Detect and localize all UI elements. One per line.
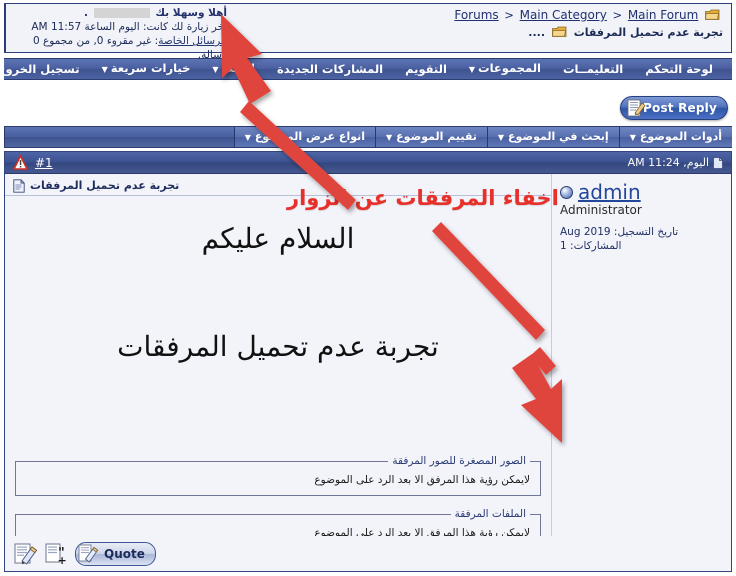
warning-icon[interactable] [12, 154, 29, 170]
thread-tools-label: أدوات الموضوع [639, 130, 722, 143]
breadcrumb-thread-row: تجربة عدم تحميل المرفقات .... [241, 24, 723, 41]
breadcrumb-dots: .... [528, 26, 546, 39]
user-post-count: المشاركات: 1 [560, 240, 622, 252]
folder-icon-thread [551, 26, 567, 38]
user-stats: تاريخ التسجيل: Aug 2019 المشاركات: 1 [560, 225, 723, 253]
online-status-icon [560, 185, 573, 199]
nav-item-help[interactable]: التعليمــات [552, 59, 634, 79]
nav-item-new-posts[interactable]: المشاركات الجديدة [266, 59, 394, 79]
chevron-down-icon-search-thread: ▼ [497, 133, 505, 142]
post-number: #1 [35, 155, 53, 170]
post-container: اليوم, 11:24 AM #1 admin Administrator ت… [4, 151, 732, 567]
display-modes-label: انواع عرض الموضوع [254, 130, 366, 143]
document-icon [13, 178, 25, 193]
nav-label-search: البحث [221, 61, 255, 75]
quote-button[interactable]: Quote [75, 541, 156, 566]
search-thread-button[interactable]: إبحث في الموضوع▼ [486, 127, 619, 147]
post-title-text: تجربة عدم تحميل المرفقات [30, 179, 180, 192]
user-join-date: تاريخ التسجيل: Aug 2019 [560, 226, 679, 238]
post-user-panel: admin Administrator تاريخ التسجيل: Aug 2… [551, 174, 731, 567]
nav-label-new-posts: المشاركات الجديدة [276, 62, 384, 76]
post-number-group: #1 [12, 154, 53, 170]
thread-tools-button[interactable]: أدوات الموضوع▼ [618, 127, 732, 147]
username-link[interactable]: admin [578, 180, 641, 204]
post-message-line-1: السلام عليكم [201, 222, 355, 255]
post-timestamp: اليوم, 11:24 AM [627, 156, 709, 169]
welcome-greeting: أهلا وسهلا بك [155, 7, 227, 19]
breadcrumb-separator-1: > [504, 8, 514, 22]
post-content: تجربة عدم تحميل المرفقات السلام عليكم تج… [5, 174, 551, 567]
chevron-down-icon-rate-thread: ▼ [386, 133, 393, 142]
attachment-thumbnails-legend: الصور المصغرة للصور المرفقة [392, 455, 526, 467]
post-message: السلام عليكم تجربة عدم تحميل المرفقات [5, 196, 551, 368]
search-thread-label: إبحث في الموضوع [508, 130, 609, 143]
nav-item-control-panel[interactable]: لوحة التحكم [634, 59, 724, 79]
nav-item-search[interactable]: البحث▼ [201, 58, 266, 80]
nav-item-quick-options[interactable]: خيارات سريعة▼ [91, 58, 202, 80]
forum-thread-page: أهلا وسهلا بك . آخر زيارة لك كانت: اليوم… [0, 0, 736, 576]
quote-icon [78, 544, 100, 564]
welcome-breadcrumb-bar: أهلا وسهلا بك . آخر زيارة لك كانت: اليوم… [4, 3, 732, 61]
rate-thread-label: تقييم الموضوع [396, 130, 477, 143]
nav-item-calendar[interactable]: التقويم [394, 59, 458, 79]
nav-label-help: التعليمــات [562, 62, 624, 76]
post-header: اليوم, 11:24 AM #1 [5, 152, 731, 174]
chevron-down-icon-quick-options: ▼ [101, 65, 108, 74]
post-message-line-2: تجربة عدم تحميل المرفقات [117, 330, 439, 363]
folder-icon [705, 9, 720, 21]
post-reply-button[interactable]: Post Reply [620, 96, 728, 120]
chevron-down-icon-display-modes: ▼ [244, 133, 251, 142]
welcome-box: أهلا وسهلا بك . آخر زيارة لك كانت: اليوم… [5, 4, 233, 61]
breadcrumb-thread-title: تجربة عدم تحميل المرفقات [573, 26, 723, 39]
breadcrumb-category-link[interactable]: Main Category [520, 8, 607, 22]
post-body-row: admin Administrator تاريخ التسجيل: Aug 2… [5, 174, 731, 567]
quote-button-label: Quote [104, 546, 145, 561]
nav-label-calendar: التقويم [405, 62, 447, 76]
thread-tools-filler [4, 127, 234, 147]
breadcrumb-forum-link[interactable]: Main Forum [628, 8, 699, 22]
breadcrumb-forums-link[interactable]: Forums [454, 8, 498, 22]
chevron-down-icon-search: ▼ [212, 65, 219, 74]
header-strip: أهلا وسهلا بك . آخر زيارة لك كانت: اليوم… [0, 0, 736, 61]
redacted-username [93, 8, 150, 18]
breadcrumb: Forums > Main Category > Main Forum تجرب… [233, 4, 731, 52]
welcome-greeting-period: . [84, 7, 89, 19]
nav-label-quick-options: خيارات سريعة [110, 61, 191, 75]
post-timestamp-group: اليوم, 11:24 AM [628, 156, 723, 169]
welcome-greeting-row: أهلا وسهلا بك . [12, 6, 227, 20]
nav-item-logout[interactable]: تسجيل الخروج [0, 59, 91, 79]
post-reply-icon [627, 99, 647, 118]
post-title-row: تجربة عدم تحميل المرفقات [5, 174, 551, 196]
post-number-link[interactable]: #1 [35, 156, 53, 170]
post-reply-label: Post Reply [643, 101, 717, 115]
private-messages-link[interactable]: الرسائل الخاصة [158, 35, 227, 47]
user-rank: Administrator [560, 203, 642, 217]
display-modes-button[interactable]: انواع عرض الموضوع▼ [233, 127, 376, 147]
edit-post-icon[interactable] [13, 542, 39, 566]
chevron-down-icon-groups: ▼ [468, 65, 476, 74]
attachment-thumbnails-note: لايمكن رؤية هذا المرفق الا بعد الرد على … [314, 474, 530, 486]
thread-tools-bar: أدوات الموضوع▼ إبحث في الموضوع▼ تقييم ال… [4, 126, 732, 148]
rate-thread-button[interactable]: تقييم الموضوع▼ [375, 127, 487, 147]
nav-item-groups[interactable]: المجموعات▼ [458, 58, 552, 80]
chevron-down-icon-thread-tools: ▼ [629, 133, 636, 142]
nav-label-groups: المجموعات [478, 61, 541, 75]
page-icon [713, 156, 723, 169]
svg-text:+: + [58, 554, 67, 566]
nav-label-logout: تسجيل الخروج [0, 62, 80, 76]
post-actions-toolbar: " + Quote [4, 536, 732, 572]
last-visit-text: آخر زيارة لك كانت: اليوم الساعة 11:57 AM [31, 21, 227, 33]
main-navbar: لوحة التحكم التعليمــات المجموعات▼ التقو… [0, 58, 732, 80]
attached-files-legend: الملفات المرفقة [454, 508, 526, 520]
attachment-thumbnails-fieldset: الصور المصغرة للصور المرفقة لايمكن رؤية … [15, 455, 541, 496]
breadcrumb-separator-2: > [612, 8, 623, 22]
nav-label-control-panel: لوحة التحكم [645, 62, 713, 76]
multiquote-icon[interactable]: " + [44, 542, 70, 567]
breadcrumb-links: Forums > Main Category > Main Forum [241, 7, 723, 24]
username-row: admin [560, 180, 723, 204]
